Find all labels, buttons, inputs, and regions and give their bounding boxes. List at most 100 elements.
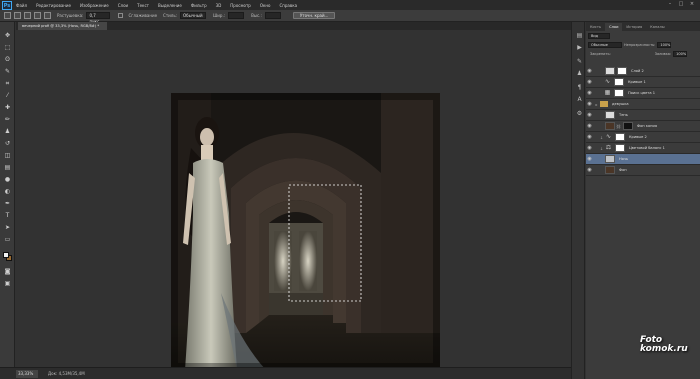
layer-mask-thumbnail bbox=[623, 122, 633, 130]
document-canvas[interactable] bbox=[171, 93, 440, 370]
tab-layers[interactable]: Слои bbox=[605, 23, 623, 31]
tab-brush[interactable]: Кисть bbox=[586, 23, 605, 31]
marquee-tool-icon[interactable] bbox=[4, 12, 11, 19]
height-input[interactable] bbox=[264, 12, 281, 19]
width-label: Шир.: bbox=[213, 13, 226, 18]
type-tool-icon[interactable]: T bbox=[4, 212, 11, 219]
brush-tool-icon[interactable]: ✏ bbox=[4, 116, 11, 123]
fill-input[interactable]: 100% bbox=[673, 50, 688, 57]
layer-row[interactable]: ◉ ▦ Поиск цвета 1 bbox=[586, 88, 700, 99]
gradient-tool-icon[interactable]: ▤ bbox=[4, 164, 11, 171]
tab-history[interactable]: История bbox=[622, 23, 646, 31]
history-brush-icon[interactable]: ↺ bbox=[4, 140, 11, 147]
curves-icon: ∿ bbox=[605, 133, 612, 140]
feather-input[interactable]: 0,7 пикс. bbox=[86, 12, 111, 24]
opacity-input[interactable]: 100% bbox=[657, 41, 672, 48]
eyedropper-icon[interactable]: ⁄ bbox=[4, 92, 11, 99]
eye-icon[interactable]: ◉ bbox=[586, 145, 593, 151]
menu-edit[interactable]: Редактирование bbox=[36, 3, 71, 8]
history-panel-icon[interactable]: ▤ bbox=[576, 32, 583, 39]
color-lookup-icon: ▦ bbox=[604, 89, 611, 96]
quick-mask-icon[interactable]: ◙ bbox=[4, 268, 11, 275]
expand-arrow-icon[interactable]: ▸ bbox=[594, 102, 599, 107]
layer-mask-thumbnail bbox=[617, 67, 627, 75]
menu-select[interactable]: Выделение bbox=[158, 3, 182, 8]
character-panel-icon[interactable]: A bbox=[576, 96, 583, 103]
style-select[interactable]: Обычный bbox=[180, 12, 207, 19]
shape-tool-icon[interactable]: ▭ bbox=[4, 236, 11, 243]
crop-tool-icon[interactable]: ⌗ bbox=[4, 80, 11, 87]
paragraph-panel-icon[interactable]: ¶ bbox=[576, 84, 583, 91]
opacity-label: Непрозрачность: bbox=[624, 42, 656, 47]
layer-row[interactable]: ◉ Тень bbox=[586, 110, 700, 121]
menu-filter[interactable]: Фильтр bbox=[191, 3, 207, 8]
document-tab[interactable]: вечерний profi @ 33,3% (Ночь, RGB/8#) * bbox=[18, 22, 108, 30]
eye-icon[interactable]: ◉ bbox=[586, 156, 593, 162]
minimize-icon[interactable]: – bbox=[666, 1, 674, 8]
brush-panel-icon[interactable]: ✎ bbox=[576, 58, 583, 65]
new-selection-icon[interactable] bbox=[14, 12, 21, 19]
dodge-tool-icon[interactable]: ◐ bbox=[4, 188, 11, 195]
zoom-field[interactable]: 33,33% bbox=[16, 369, 38, 378]
eye-icon[interactable]: ◉ bbox=[586, 123, 593, 129]
layer-row[interactable]: ◉ ↓ ∿ Кривые 2 bbox=[586, 132, 700, 143]
menu-layers[interactable]: Слои bbox=[118, 3, 128, 8]
blend-mode-select[interactable]: Обычные bbox=[588, 41, 622, 48]
move-tool-icon[interactable]: ✥ bbox=[4, 32, 11, 39]
antialias-label: Сглаживание bbox=[128, 13, 158, 18]
pen-tool-icon[interactable]: ✒ bbox=[4, 200, 11, 207]
path-select-icon[interactable]: ➤ bbox=[4, 224, 11, 231]
layer-kind-select[interactable]: Вид bbox=[588, 32, 610, 39]
menu-image[interactable]: Изображение bbox=[80, 3, 109, 8]
layer-row[interactable]: ◉ Слой 2 bbox=[586, 66, 700, 77]
eye-icon[interactable]: ◉ bbox=[586, 167, 593, 173]
width-input[interactable] bbox=[228, 12, 245, 19]
layer-row-selected[interactable]: ◉ Ночь bbox=[586, 154, 700, 165]
menu-file[interactable]: Файл bbox=[16, 3, 27, 8]
eye-icon[interactable]: ◉ bbox=[586, 112, 593, 118]
eye-icon[interactable]: ◉ bbox=[586, 68, 593, 74]
actions-panel-icon[interactable]: ▶ bbox=[576, 44, 583, 51]
layer-row[interactable]: ◉ ⛓ Фон копия bbox=[586, 121, 700, 132]
blur-tool-icon[interactable]: ● bbox=[4, 176, 11, 183]
layer-mask-thumbnail bbox=[614, 78, 624, 86]
eye-icon[interactable]: ◉ bbox=[586, 134, 593, 140]
menu-3d[interactable]: 3D bbox=[216, 3, 222, 8]
clone-stamp-icon[interactable]: ♟ bbox=[4, 128, 11, 135]
layer-mask-thumbnail bbox=[615, 144, 625, 152]
layer-row[interactable]: ◉ Фон bbox=[586, 165, 700, 176]
workspace bbox=[16, 30, 571, 370]
subtract-selection-icon[interactable] bbox=[34, 12, 41, 19]
menu-window[interactable]: Окно bbox=[260, 3, 271, 8]
clone-source-icon[interactable]: ♟ bbox=[576, 70, 583, 77]
tool-presets-icon[interactable]: ⚙ bbox=[576, 110, 583, 117]
eye-icon[interactable]: ◉ bbox=[586, 90, 593, 96]
layer-row[interactable]: ◉ ▸ девушка bbox=[586, 99, 700, 110]
marquee-tool-icon[interactable]: ⬚ bbox=[4, 44, 11, 51]
intersect-selection-icon[interactable] bbox=[44, 12, 51, 19]
healing-brush-icon[interactable]: ✚ bbox=[4, 104, 11, 111]
screen-mode-icon[interactable]: ▣ bbox=[4, 280, 11, 287]
menu-view[interactable]: Просмотр bbox=[230, 3, 251, 8]
menu-help[interactable]: Справка bbox=[279, 3, 297, 8]
menu-bar: Ps Файл Редактирование Изображение Слои … bbox=[0, 0, 700, 10]
menu-type[interactable]: Текст bbox=[137, 3, 149, 8]
tab-channels[interactable]: Каналы bbox=[646, 23, 668, 31]
layer-thumbnail bbox=[605, 67, 615, 75]
foreground-color-swatch[interactable] bbox=[3, 252, 9, 258]
refine-edge-button[interactable]: Уточн. край... bbox=[292, 12, 336, 19]
watermark-logo: Foto komok.ru bbox=[640, 336, 688, 354]
quick-select-icon[interactable]: ✎ bbox=[4, 68, 11, 75]
lasso-tool-icon[interactable]: ʘ bbox=[4, 56, 11, 63]
document-info[interactable]: Док: 4,53М/35,4М bbox=[48, 371, 85, 376]
eye-icon[interactable]: ◉ bbox=[586, 79, 593, 85]
eraser-tool-icon[interactable]: ◫ bbox=[4, 152, 11, 159]
close-icon[interactable]: × bbox=[688, 1, 696, 8]
maximize-icon[interactable]: □ bbox=[677, 1, 685, 8]
antialias-checkbox[interactable] bbox=[118, 13, 124, 18]
layer-row[interactable]: ◉ ↓ ⚖ Цветовой баланс 1 bbox=[586, 143, 700, 154]
eye-icon[interactable]: ◉ bbox=[586, 101, 593, 107]
layer-row[interactable]: ◉ ∿ Кривые 1 bbox=[586, 77, 700, 88]
add-selection-icon[interactable] bbox=[24, 12, 31, 19]
layer-thumbnail bbox=[605, 122, 615, 130]
